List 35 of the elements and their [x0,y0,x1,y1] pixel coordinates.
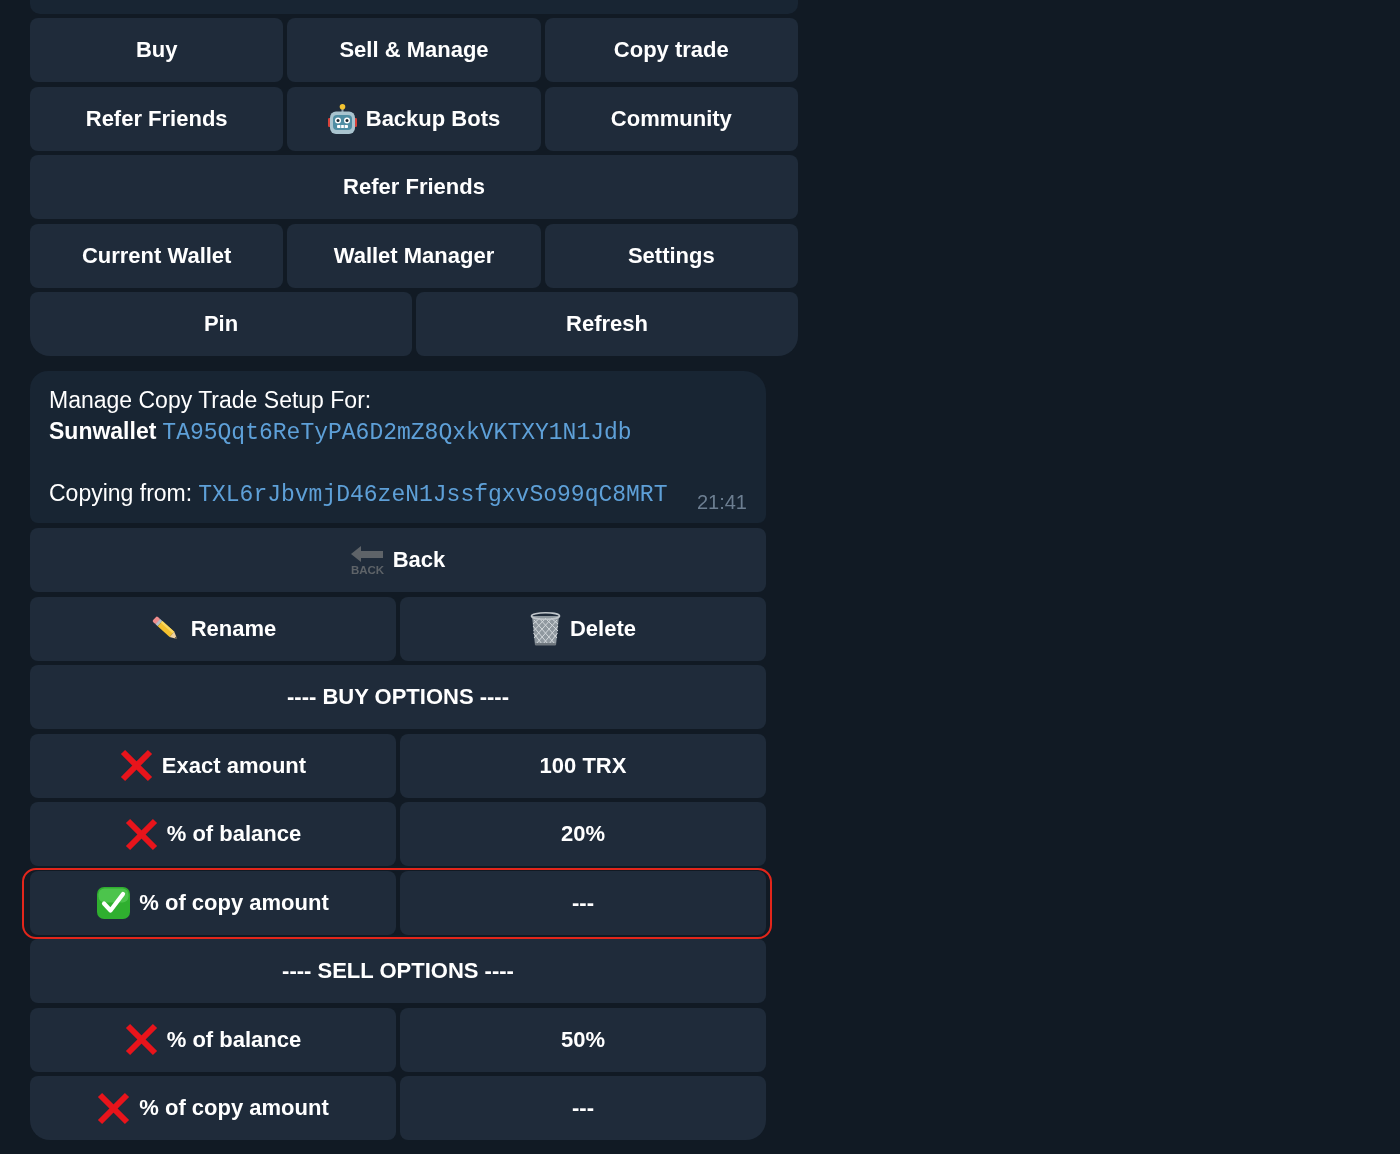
robot-icon [327,103,357,134]
option-value-button[interactable]: 50% [400,1007,766,1072]
keyboard-button[interactable]: Pin [30,292,412,356]
keyboard-button[interactable]: Copy trade [544,18,798,82]
keyboard-button[interactable]: Refer Friends [30,86,284,151]
option-value-button[interactable]: 100 TRX [400,733,766,798]
keyboard-button[interactable]: Sell & Manage [287,18,541,82]
keyboard-button[interactable]: Community [544,86,798,151]
keyboard-button[interactable]: Refer Friends [30,155,798,219]
option-toggle-button[interactable]: Exact amount [30,733,396,798]
option-toggle-button[interactable]: % of copy amount [30,1076,396,1140]
rename-button[interactable]: Rename [30,596,396,661]
keyboard-button[interactable]: Wallet Manager [287,223,541,288]
wallet-address[interactable]: TA95Qqt6ReTyPA6D2mZ8QxkVKTXY1N1Jdb [162,418,632,449]
wallet-name: Sunwallet [49,417,157,446]
section-header-button[interactable]: ---- BUY OPTIONS ---- [30,665,766,729]
message-time: 21:41 [696,491,747,513]
wastebasket-icon [529,611,561,646]
option-toggle-button[interactable]: % of balance [30,1007,396,1072]
section-header-button[interactable]: ---- SELL OPTIONS ---- [30,939,766,1003]
source-wallet-address[interactable]: TXL6rJbvmjD46zeN1JssfgxvSo99qC8MRT [198,480,668,511]
option-value-button[interactable]: --- [400,1076,766,1140]
option-value-button[interactable]: 20% [400,802,766,866]
keyboard-button[interactable]: Settings [544,223,798,288]
option-toggle-button[interactable]: % of copy amount [30,870,396,935]
keyboard-button[interactable]: Backup Bots [287,86,541,151]
keyboard-button[interactable]: Current Wallet [30,223,284,288]
option-value-button[interactable]: --- [400,870,766,935]
copying-from-label: Copying from: [49,479,193,508]
message-title: Manage Copy Trade Setup For: [49,386,372,415]
keyboard-button[interactable]: Buy [30,18,284,82]
keyboard-button[interactable]: Refresh [416,292,798,356]
delete-button[interactable]: Delete [400,596,766,661]
option-toggle-button[interactable]: % of balance [30,802,396,866]
back-button[interactable]: BACK Back [30,528,766,592]
